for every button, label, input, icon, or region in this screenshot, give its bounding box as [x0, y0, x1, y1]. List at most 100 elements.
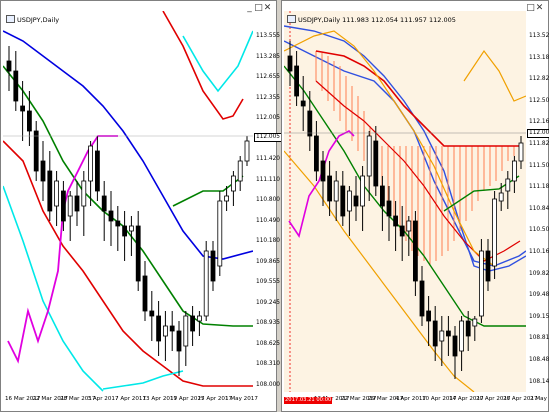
- price-tick-label: 110.505: [529, 227, 549, 234]
- price-tick-label: 108.000: [256, 381, 280, 388]
- candle: [183, 315, 189, 347]
- candle: [6, 60, 12, 72]
- ohlc-readout: 111.983 112.054 111.957 112.005: [342, 16, 456, 24]
- candle: [347, 190, 352, 212]
- candle: [300, 100, 306, 107]
- candle: [210, 250, 216, 282]
- candle: [307, 110, 313, 137]
- candle: [366, 135, 372, 177]
- candle: [81, 180, 87, 207]
- current-price-tag-right: 112.005: [527, 129, 549, 138]
- moving-average-blue-line: [3, 30, 253, 260]
- price-tick-label: 113.285: [256, 53, 280, 60]
- candle: [203, 250, 209, 317]
- price-tick-label: 111.820: [529, 141, 549, 147]
- price-plot-left[interactable]: [3, 11, 253, 392]
- chart-icon: [6, 15, 15, 23]
- current-price-tag-left: 112.005: [254, 133, 282, 142]
- price-tick-label: 113.180: [529, 54, 549, 61]
- lagging-span-line: [7, 135, 118, 364]
- price-tick-label: 113.525: [529, 33, 549, 39]
- price-tick-label: 110.840: [529, 205, 549, 212]
- candle: [340, 185, 346, 217]
- price-tick-label: 109.825: [529, 270, 549, 277]
- upper-envelope-red-line: [162, 11, 244, 120]
- candle: [294, 65, 300, 97]
- lower-envelope-line: [3, 140, 253, 387]
- candle: [95, 150, 100, 192]
- candle: [505, 178, 511, 192]
- price-plot-right[interactable]: [284, 11, 526, 392]
- time-tick-label: 2 May 2017: [530, 396, 549, 402]
- price-tick-label: 109.555: [256, 279, 280, 285]
- chart-window-right[interactable]: _ □✕ USDJPY,Daily 111.983 112.054 111.957…: [281, 0, 549, 412]
- moving-average-green-line: [3, 65, 253, 327]
- candle: [135, 225, 141, 282]
- candle: [156, 315, 162, 342]
- candle: [54, 180, 59, 207]
- price-tick-label: 112.355: [256, 94, 280, 101]
- price-tick-label: 109.485: [529, 292, 549, 299]
- candle: [67, 195, 73, 217]
- candle: [176, 330, 182, 352]
- candle: [33, 130, 39, 172]
- candle: [333, 180, 339, 202]
- upper-envelope-cyan-line: [182, 30, 253, 93]
- candle: [142, 275, 148, 312]
- candle: [406, 220, 412, 232]
- price-tick-label: 108.480: [529, 357, 549, 363]
- candle: [196, 315, 202, 322]
- candle: [26, 110, 32, 132]
- price-tick-label: 111.420: [256, 156, 280, 162]
- candle: [129, 225, 134, 232]
- price-tick-label: 111.180: [529, 184, 549, 191]
- candle: [426, 310, 432, 322]
- price-tick-label: 111.500: [529, 162, 549, 169]
- candle: [399, 225, 405, 237]
- close-button[interactable]: ✕: [263, 3, 272, 13]
- candle: [445, 330, 451, 337]
- candle: [169, 325, 175, 332]
- candle: [149, 310, 155, 317]
- time-tick-label: 1 May 2017: [225, 396, 258, 402]
- chart-window-left[interactable]: _ □✕ USDJPY,Daily 113.555 113.285 112.655 11…: [0, 0, 282, 412]
- candle: [74, 195, 80, 212]
- maximize-button[interactable]: □: [526, 3, 535, 13]
- candle: [511, 160, 517, 182]
- candle: [459, 320, 465, 352]
- candle: [237, 160, 243, 182]
- candle: [61, 190, 66, 222]
- chart-title-right: USDJPY,Daily 111.983 112.054 111.957 112…: [287, 15, 456, 24]
- candle: [498, 192, 504, 202]
- chart-title-left: USDJPY,Daily: [6, 15, 59, 24]
- candle: [47, 170, 53, 212]
- candle: [122, 225, 127, 237]
- candle: [419, 280, 425, 317]
- close-button[interactable]: ✕: [535, 3, 544, 13]
- candle: [492, 198, 498, 267]
- candle: [13, 70, 19, 102]
- price-tick-label: 109.245: [256, 299, 280, 306]
- price-tick-label: 113.555: [256, 33, 280, 39]
- candle: [380, 185, 385, 207]
- candle: [162, 325, 168, 337]
- price-tick-label: 111.110: [256, 176, 280, 183]
- candle: [360, 175, 365, 207]
- candle: [478, 250, 484, 317]
- crosshair-date-tag: 2017.03.21 00:00: [284, 397, 333, 404]
- candle: [217, 200, 223, 267]
- candle: [313, 135, 319, 172]
- price-tick-label: 112.005: [256, 115, 280, 121]
- candle: [115, 220, 121, 227]
- candle: [230, 175, 236, 192]
- price-tick-label: 109.155: [529, 313, 549, 320]
- candle: [224, 195, 230, 202]
- price-tick-label: 109.865: [256, 258, 280, 265]
- price-tick-label: 110.800: [256, 197, 280, 203]
- price-tick-label: 112.500: [529, 97, 549, 104]
- price-tick-label: 112.655: [256, 74, 280, 80]
- candle: [386, 200, 392, 217]
- time-tick-label: 3 Apr 2017: [87, 396, 119, 402]
- maximize-button[interactable]: □: [254, 3, 263, 13]
- price-tick-label: 112.165: [529, 119, 549, 126]
